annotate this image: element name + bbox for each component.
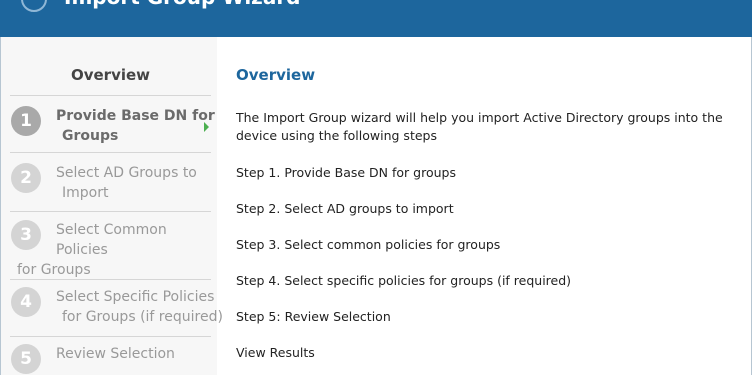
step-number-badge: 3	[11, 220, 41, 250]
wizard-header: Import Group Wizard	[0, 0, 752, 37]
active-step-arrow-icon	[204, 122, 209, 132]
overview-step-line: Step 4. Select specific policies for gro…	[236, 273, 572, 288]
overview-step-line: Step 5: Review Selection	[236, 309, 391, 324]
step-label: Select Common	[56, 222, 167, 238]
overview-step-line: Step 2. Select AD groups to import	[236, 201, 454, 216]
step-select-specific-policies[interactable]: 4 Select Specific Policies for Groups (i…	[10, 279, 223, 337]
step-number-badge: 5	[11, 344, 41, 374]
step-label: Select AD Groups to	[56, 165, 197, 181]
overview-step-line: View Results	[236, 345, 315, 360]
step-label: Policies	[56, 242, 108, 258]
step-label: Groups	[62, 128, 119, 144]
step-review-selection[interactable]: 5 Review Selection	[10, 336, 211, 376]
step-number-badge: 2	[11, 163, 41, 193]
step-label: for Groups (if required)	[62, 309, 223, 325]
step-label: Select Specific Policies	[56, 289, 215, 305]
step-select-common-policies[interactable]: 3 Select Common Policies for Groups	[10, 211, 211, 279]
step-label: Provide Base DN for	[56, 108, 215, 124]
step-number-badge: 1	[11, 106, 41, 136]
overview-step-line: Step 3. Select common policies for group…	[236, 237, 501, 252]
sidebar-title[interactable]: Overview	[10, 66, 211, 84]
overview-step-line: Step 1. Provide Base DN for groups	[236, 165, 456, 180]
import-group-icon	[21, 0, 47, 12]
step-label: Import	[62, 185, 109, 201]
step-select-ad-groups[interactable]: 2 Select AD Groups to Import	[10, 152, 211, 211]
content-title: Overview	[236, 66, 316, 84]
step-label: Review Selection	[56, 346, 175, 362]
step-number-badge: 4	[11, 287, 41, 317]
step-provide-base-dn[interactable]: 1 Provide Base DN for Groups	[10, 95, 215, 152]
intro-text: The Import Group wizard will help you im…	[236, 110, 723, 143]
wizard-steps-sidebar: Overview 1 Provide Base DN for Groups 2 …	[1, 37, 223, 376]
step-label: for Groups	[17, 262, 91, 278]
wizard-title: Import Group Wizard	[64, 0, 301, 8]
